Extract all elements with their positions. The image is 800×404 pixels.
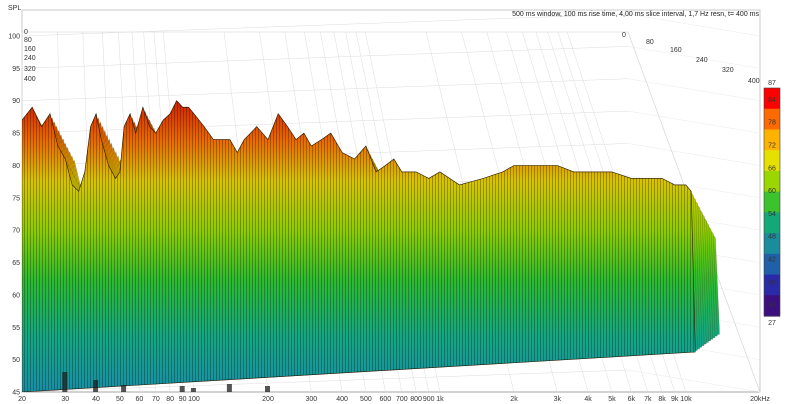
x-tick-label: 30 bbox=[61, 396, 69, 403]
x-tick-label: 500 bbox=[360, 396, 372, 403]
colorbar-tick-label: 72 bbox=[768, 143, 776, 150]
x-tick-label: 8k bbox=[658, 396, 666, 403]
colorbar-tick-label: 60 bbox=[768, 188, 776, 195]
time-tick-left: 320 bbox=[24, 66, 36, 73]
y-tick-label: 80 bbox=[12, 163, 20, 170]
time-tick-left: 80 bbox=[24, 37, 32, 44]
x-tick-label: 300 bbox=[305, 396, 317, 403]
x-tick-label: 60 bbox=[135, 396, 143, 403]
x-tick-label: 7k bbox=[644, 396, 652, 403]
colorbar-tick-label: 30 bbox=[768, 302, 776, 309]
surface-gap bbox=[93, 380, 99, 392]
y-tick-label: 90 bbox=[12, 98, 20, 105]
x-tick-label: 80 bbox=[166, 396, 174, 403]
time-tick-left: 240 bbox=[24, 55, 36, 62]
x-tick-label: 100 bbox=[188, 396, 200, 403]
x-tick-label: 3k bbox=[554, 396, 562, 403]
x-tick-label: 200 bbox=[262, 396, 274, 403]
chart-title: 500 ms window, 100 ms rise time, 4,00 ms… bbox=[512, 11, 759, 18]
time-tick-right: 0 bbox=[622, 32, 626, 39]
y-axis-title: SPL bbox=[8, 5, 21, 12]
time-tick-left: 160 bbox=[24, 46, 36, 53]
colorbar-tick-label: 36 bbox=[768, 279, 776, 286]
colorbar-tick-label: 84 bbox=[768, 97, 776, 104]
time-tick-right: 240 bbox=[696, 57, 708, 64]
colorbar-tick-label: 42 bbox=[768, 257, 776, 264]
x-tick-label: 5k bbox=[608, 396, 616, 403]
y-tick-label: 65 bbox=[12, 260, 20, 267]
surface-gap bbox=[190, 388, 196, 392]
grid-line-h bbox=[21, 110, 629, 134]
x-tick-label: 6k bbox=[628, 396, 636, 403]
x-tick-label: 20kHz bbox=[750, 396, 770, 403]
y-tick-label: 85 bbox=[12, 131, 20, 138]
time-tick-right: 160 bbox=[670, 47, 682, 54]
waterfall-plot: 455055606570758085909510020 30 40 50 60 70 80 9… bbox=[8, 5, 781, 403]
x-tick-label: 400 bbox=[336, 396, 348, 403]
spectral-surface bbox=[22, 100, 720, 392]
x-tick-label: 600 bbox=[380, 396, 392, 403]
surface-gap bbox=[62, 372, 68, 392]
surface-gap bbox=[121, 385, 127, 392]
x-tick-label: 2k bbox=[510, 396, 518, 403]
x-tick-label: 9k bbox=[671, 396, 679, 403]
time-tick-left: 400 bbox=[24, 76, 36, 83]
surface-gap bbox=[265, 386, 270, 392]
y-tick-label: 50 bbox=[12, 357, 20, 364]
colorbar: 87 27 84 78 72 66 60 54 48 42 36 30 bbox=[763, 80, 781, 327]
time-tick-right: 400 bbox=[748, 78, 760, 85]
y-tick-label: 70 bbox=[12, 228, 20, 235]
y-tick-label: 60 bbox=[12, 292, 20, 299]
grid-line-depth bbox=[627, 78, 761, 101]
y-tick-label: 55 bbox=[12, 325, 20, 332]
colorbar-tick-label: 54 bbox=[768, 211, 776, 218]
grid-line-depth bbox=[627, 110, 761, 134]
y-tick-label: 95 bbox=[12, 66, 20, 73]
time-tick-right: 320 bbox=[722, 67, 734, 74]
grid-line-depth bbox=[627, 46, 761, 69]
grid-line-h bbox=[21, 78, 629, 101]
colorbar-min-label: 27 bbox=[768, 320, 776, 327]
colorbar-tick-label: 66 bbox=[768, 165, 776, 172]
time-tick-left: 0 bbox=[24, 29, 28, 36]
x-tick-label: 900 bbox=[423, 396, 435, 403]
x-tick-label: 800 bbox=[410, 396, 422, 403]
x-tick-label: 40 bbox=[92, 396, 100, 403]
y-tick-label: 100 bbox=[8, 34, 20, 41]
x-tick-label: 20 bbox=[18, 396, 26, 403]
surface-gap bbox=[226, 384, 232, 392]
y-tick-label: 75 bbox=[12, 195, 20, 202]
time-tick-right: 80 bbox=[646, 39, 654, 46]
x-tick-label: 1k bbox=[436, 396, 444, 403]
x-tick-label: 10k bbox=[680, 396, 692, 403]
surface-gap bbox=[179, 386, 185, 392]
grid-line-depth bbox=[627, 143, 761, 166]
x-tick-label: 90 bbox=[179, 396, 187, 403]
x-tick-label: 50 bbox=[116, 396, 124, 403]
x-tick-label: 4k bbox=[584, 396, 592, 403]
x-tick-label: 70 bbox=[152, 396, 160, 403]
x-tick-label: 700 bbox=[396, 396, 408, 403]
colorbar-tick-label: 78 bbox=[768, 120, 776, 127]
colorbar-tick-label: 48 bbox=[768, 234, 776, 241]
grid-line-depth bbox=[627, 369, 761, 393]
colorbar-max-label: 87 bbox=[768, 80, 776, 87]
